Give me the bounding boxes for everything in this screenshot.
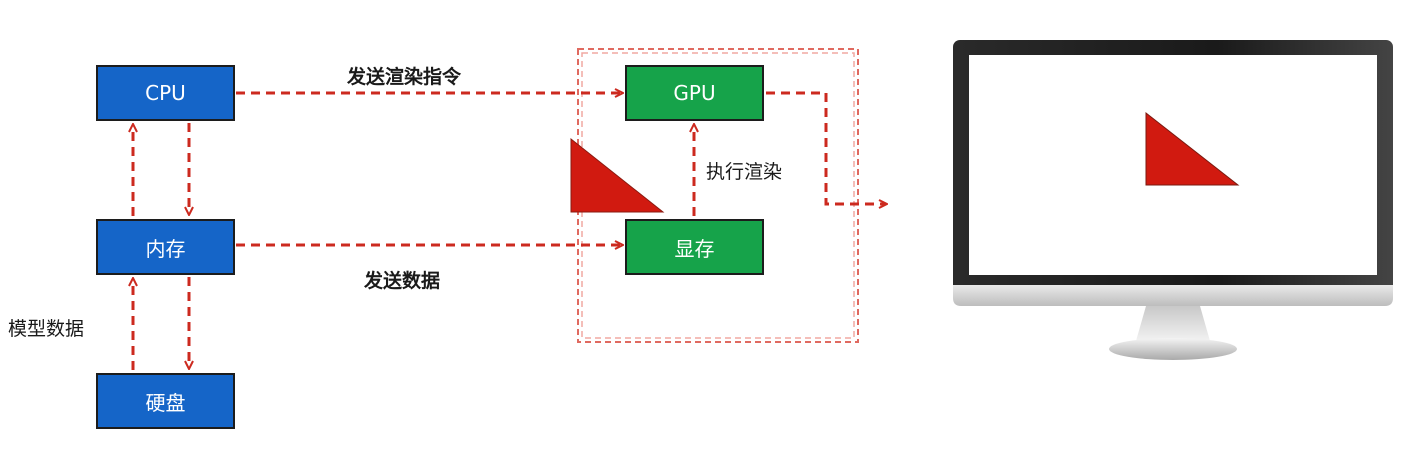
model-data-label: 模型数据	[8, 318, 85, 340]
send-data-label: 发送数据	[364, 270, 441, 292]
gpu-box: GPU	[625, 65, 764, 121]
cpu-box: CPU	[96, 65, 235, 121]
memory-box: 内存	[96, 219, 235, 275]
vram-box: 显存	[625, 219, 764, 275]
arrow-gpu-to-monitor	[766, 91, 886, 204]
triangle-icon	[570, 137, 665, 213]
send-render-command-label: 发送渲染指令	[347, 66, 462, 88]
monitor-icon	[953, 40, 1393, 360]
rendering-pipeline-diagram: CPU 内存 硬盘 GPU 显存 发送渲染指令 发送数据 执行渲染 模型数据	[0, 0, 1414, 457]
disk-box: 硬盘	[96, 373, 235, 429]
execute-render-label: 执行渲染	[706, 161, 783, 183]
